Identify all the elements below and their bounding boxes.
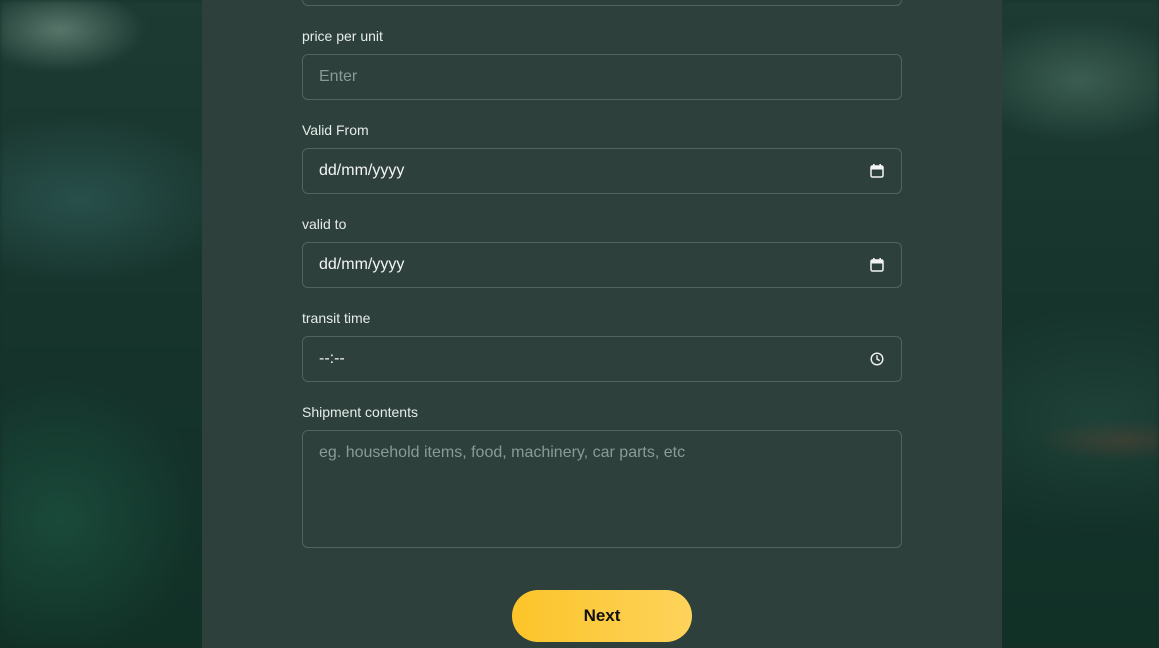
valid-from-field[interactable]: dd/mm/yyyy: [302, 148, 902, 194]
transit-time-value: --:--: [319, 350, 345, 367]
calendar-icon[interactable]: [869, 163, 885, 179]
next-button[interactable]: Next: [512, 590, 692, 642]
previous-field-edge[interactable]: [302, 0, 902, 6]
shipment-contents-label: Shipment contents: [302, 404, 418, 420]
calendar-icon[interactable]: [869, 257, 885, 273]
clock-icon[interactable]: [869, 351, 885, 367]
transit-time-field[interactable]: --:--: [302, 336, 902, 382]
shipment-contents-field[interactable]: [302, 430, 902, 548]
valid-to-label: valid to: [302, 216, 347, 232]
valid-from-label: Valid From: [302, 122, 369, 138]
valid-to-field[interactable]: dd/mm/yyyy: [302, 242, 902, 288]
price-per-unit-input[interactable]: [319, 68, 885, 86]
valid-from-value: dd/mm/yyyy: [319, 162, 405, 179]
valid-to-value: dd/mm/yyyy: [319, 256, 405, 273]
price-per-unit-field[interactable]: [302, 54, 902, 100]
shipment-contents-textarea[interactable]: [319, 444, 885, 534]
price-per-unit-label: price per unit: [302, 28, 383, 44]
transit-time-label: transit time: [302, 310, 371, 326]
